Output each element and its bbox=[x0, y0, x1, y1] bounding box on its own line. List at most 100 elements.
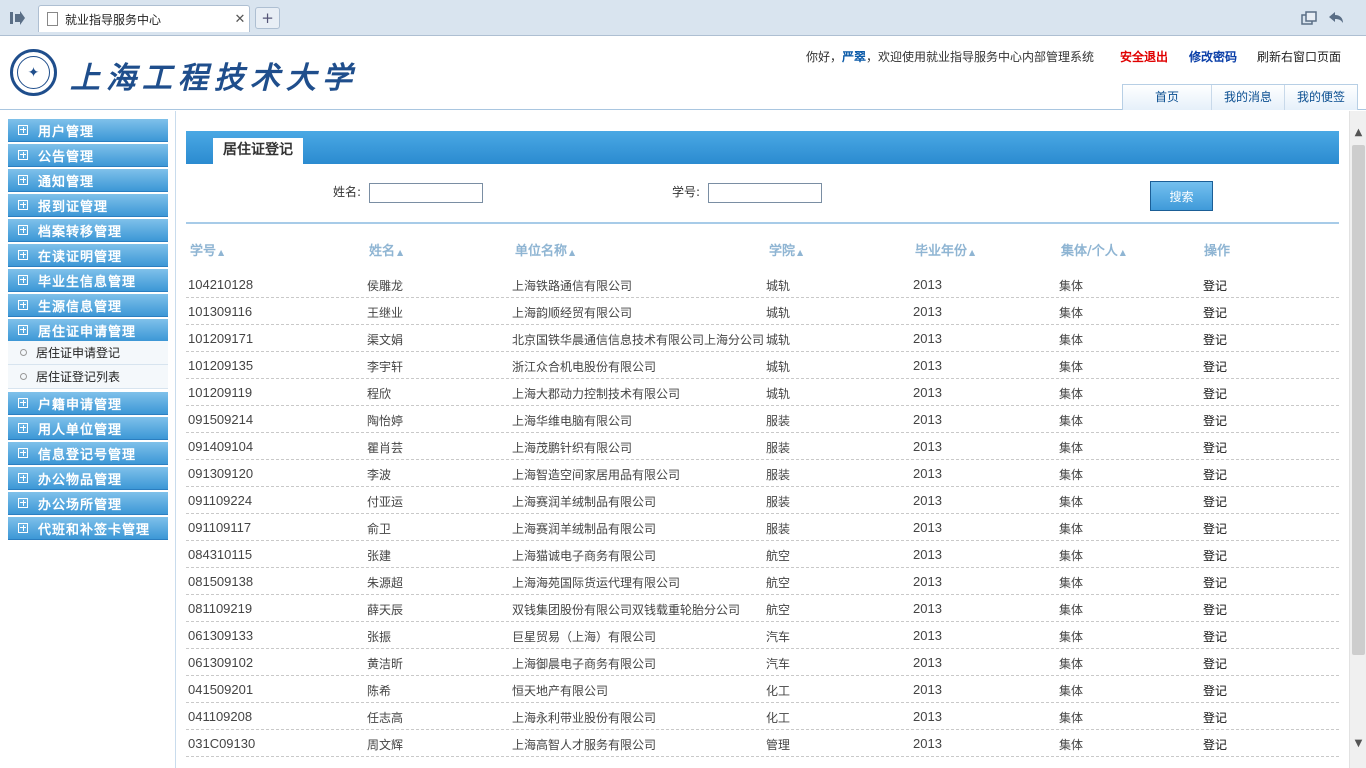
cell-employer: 上海海苑国际货运代理有限公司 bbox=[512, 576, 681, 590]
column-header-student-id[interactable]: 学号 ▲ bbox=[190, 240, 224, 259]
expand-icon bbox=[18, 523, 28, 533]
menu-household-registration-management[interactable]: 户籍申请管理 bbox=[8, 392, 168, 415]
column-header-school[interactable]: 学院 ▲ bbox=[769, 240, 803, 259]
table-row: 091109224 付亚运 上海赛润羊绒制品有限公司 服装 2013 集体 登记 bbox=[186, 487, 1339, 514]
cell-student-id: 101209135 bbox=[188, 358, 254, 373]
cell-student-id: 031C09130 bbox=[188, 736, 256, 751]
menu-report-certificate-management[interactable]: 报到证管理 bbox=[8, 194, 168, 217]
cell-name: 付亚运 bbox=[367, 495, 404, 509]
submenu-label: 居住证申请登记 bbox=[36, 346, 121, 360]
column-header-name[interactable]: 姓名 ▲ bbox=[369, 240, 403, 259]
cell-employer: 巨星贸易（上海）有限公司 bbox=[512, 630, 657, 644]
menu-graduate-info-management[interactable]: 毕业生信息管理 bbox=[8, 269, 168, 292]
menu-residence-permit-management[interactable]: 居住证申请管理 bbox=[8, 319, 168, 342]
menu-office-supplies-management[interactable]: 办公物品管理 bbox=[8, 467, 168, 490]
menu-notice-management[interactable]: 通知管理 bbox=[8, 169, 168, 192]
cell-name: 张建 bbox=[367, 549, 392, 563]
document-icon bbox=[47, 12, 58, 26]
search-button[interactable]: 搜索 bbox=[1150, 181, 1213, 211]
cell-school: 城轨 bbox=[766, 387, 791, 401]
register-link[interactable]: 登记 bbox=[1203, 439, 1227, 456]
table-row: 101309116 王继业 上海韵顺经贸有限公司 城轨 2013 集体 登记 bbox=[186, 298, 1339, 325]
nav-home[interactable]: 首页 bbox=[1123, 85, 1211, 110]
cell-school: 服装 bbox=[766, 495, 791, 509]
submenu-residence-permit-list[interactable]: 居住证登记列表 bbox=[8, 365, 168, 389]
register-link[interactable]: 登记 bbox=[1203, 709, 1227, 726]
register-link[interactable]: 登记 bbox=[1203, 358, 1227, 375]
menu-user-management[interactable]: 用户管理 bbox=[8, 119, 168, 142]
cell-grad-year: 2013 bbox=[913, 601, 942, 616]
cell-group-individual: 集体 bbox=[1059, 522, 1084, 536]
cell-school: 汽车 bbox=[766, 657, 791, 671]
register-link[interactable]: 登记 bbox=[1203, 628, 1227, 645]
restore-window-icon[interactable] bbox=[1298, 8, 1320, 28]
menu-label: 用人单位管理 bbox=[38, 422, 123, 438]
name-input[interactable] bbox=[369, 183, 483, 203]
column-header-group-individual[interactable]: 集体/个人 ▲ bbox=[1061, 240, 1126, 259]
menu-archive-transfer-management[interactable]: 档案转移管理 bbox=[8, 219, 168, 242]
nav-my-messages[interactable]: 我的消息 bbox=[1211, 85, 1284, 110]
cell-grad-year: 2013 bbox=[913, 466, 942, 481]
scroll-down-icon[interactable]: ▼ bbox=[1350, 735, 1366, 752]
column-header-employer[interactable]: 单位名称 ▲ bbox=[515, 240, 575, 259]
menu-enrollment-proof-management[interactable]: 在读证明管理 bbox=[8, 244, 168, 267]
menu-origin-info-management[interactable]: 生源信息管理 bbox=[8, 294, 168, 317]
register-link[interactable]: 登记 bbox=[1203, 493, 1227, 510]
change-password-link[interactable]: 修改密码 bbox=[1189, 48, 1237, 65]
cell-school: 汽车 bbox=[766, 630, 791, 644]
refresh-right-pane-link[interactable]: 刷新右窗口页面 bbox=[1257, 48, 1341, 65]
submenu-residence-permit-registration[interactable]: 居住证申请登记 bbox=[8, 341, 168, 365]
back-arrow-icon[interactable] bbox=[1325, 8, 1347, 28]
register-link[interactable]: 登记 bbox=[1203, 304, 1227, 321]
logout-link[interactable]: 安全退出 bbox=[1120, 48, 1168, 65]
menu-shift-and-signin-management[interactable]: 代班和补签卡管理 bbox=[8, 517, 168, 540]
sidebar-toggle-icon[interactable] bbox=[0, 0, 34, 36]
register-link[interactable]: 登记 bbox=[1203, 412, 1227, 429]
cell-name: 王继业 bbox=[367, 306, 404, 320]
register-link[interactable]: 登记 bbox=[1203, 736, 1227, 753]
cell-grad-year: 2013 bbox=[913, 682, 942, 697]
cell-employer: 上海铁路通信有限公司 bbox=[512, 279, 633, 293]
bullet-icon bbox=[20, 349, 27, 356]
cell-student-id: 041109208 bbox=[188, 709, 253, 724]
new-tab-button[interactable]: + bbox=[255, 7, 280, 29]
register-link[interactable]: 登记 bbox=[1203, 277, 1227, 294]
column-label: 姓名 bbox=[369, 244, 396, 259]
cell-employer: 上海茂鹏针织有限公司 bbox=[512, 441, 633, 455]
menu-announcement-management[interactable]: 公告管理 bbox=[8, 144, 168, 167]
register-link[interactable]: 登记 bbox=[1203, 601, 1227, 618]
register-link[interactable]: 登记 bbox=[1203, 385, 1227, 402]
nav-my-notes[interactable]: 我的便签 bbox=[1284, 85, 1357, 110]
table-row: 091109117 俞卫 上海赛润羊绒制品有限公司 服装 2013 集体 登记 bbox=[186, 514, 1339, 541]
scroll-thumb[interactable] bbox=[1352, 145, 1365, 655]
vertical-scrollbar[interactable]: ▲ ▼ bbox=[1349, 111, 1366, 768]
menu-office-space-management[interactable]: 办公场所管理 bbox=[8, 492, 168, 515]
table-row: 061309133 张振 巨星贸易（上海）有限公司 汽车 2013 集体 登记 bbox=[186, 622, 1339, 649]
menu-label: 在读证明管理 bbox=[38, 249, 123, 265]
cell-school: 服装 bbox=[766, 468, 791, 482]
browser-tab[interactable]: 就业指导服务中心 ✕ bbox=[38, 5, 250, 32]
cell-employer: 上海永利带业股份有限公司 bbox=[512, 711, 657, 725]
register-link[interactable]: 登记 bbox=[1203, 331, 1227, 348]
close-tab-icon[interactable]: ✕ bbox=[231, 12, 249, 27]
scroll-up-icon[interactable]: ▲ bbox=[1350, 124, 1366, 141]
student-id-input[interactable] bbox=[708, 183, 822, 203]
expand-icon bbox=[18, 325, 28, 335]
register-link[interactable]: 登记 bbox=[1203, 547, 1227, 564]
menu-registration-number-management[interactable]: 信息登记号管理 bbox=[8, 442, 168, 465]
cell-grad-year: 2013 bbox=[913, 493, 942, 508]
table-row: 101209119 程欣 上海大郡动力控制技术有限公司 城轨 2013 集体 登记 bbox=[186, 379, 1339, 406]
cell-employer: 上海御晨电子商务有限公司 bbox=[512, 657, 657, 671]
cell-grad-year: 2013 bbox=[913, 655, 942, 670]
register-link[interactable]: 登记 bbox=[1203, 520, 1227, 537]
register-link[interactable]: 登记 bbox=[1203, 682, 1227, 699]
site-header: ✦ 上海工程技术大学 你好，严翠，欢迎使用就业指导服务中心内部管理系统 安全退出… bbox=[0, 37, 1366, 110]
cell-group-individual: 集体 bbox=[1059, 684, 1084, 698]
register-link[interactable]: 登记 bbox=[1203, 655, 1227, 672]
expand-icon bbox=[18, 275, 28, 285]
menu-employer-management[interactable]: 用人单位管理 bbox=[8, 417, 168, 440]
register-link[interactable]: 登记 bbox=[1203, 574, 1227, 591]
cell-grad-year: 2013 bbox=[913, 385, 942, 400]
register-link[interactable]: 登记 bbox=[1203, 466, 1227, 483]
column-header-grad-year[interactable]: 毕业年份 ▲ bbox=[915, 240, 975, 259]
